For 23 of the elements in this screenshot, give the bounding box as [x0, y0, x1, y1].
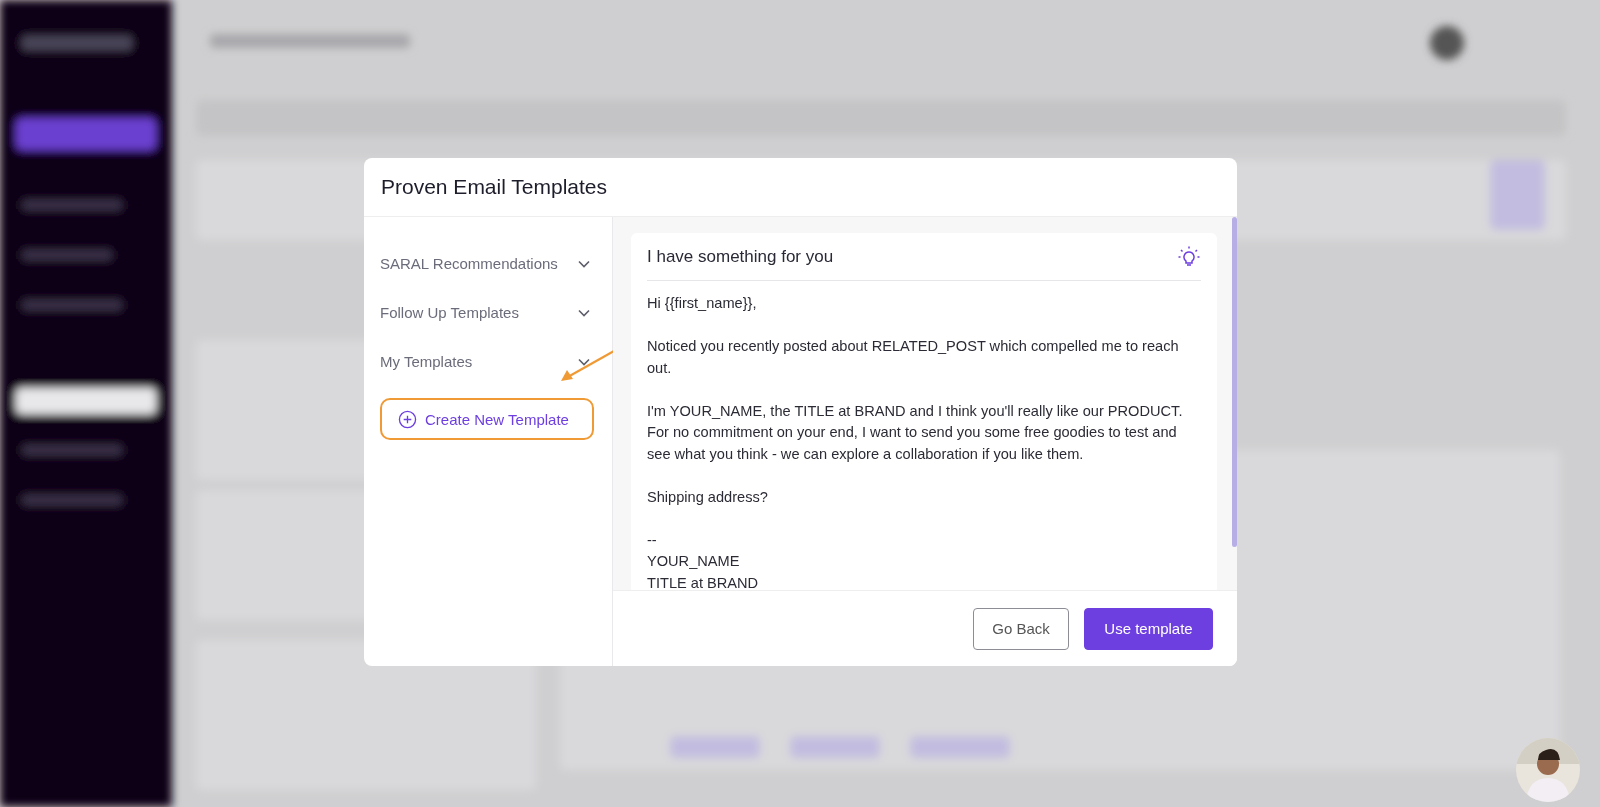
lightbulb-icon [1177, 244, 1201, 269]
create-template-button[interactable]: Create New Template [380, 398, 594, 440]
annotation-arrow [560, 349, 616, 383]
category-item[interactable]: SARAL Recommendations [380, 239, 590, 288]
scrollbar[interactable] [1232, 217, 1237, 547]
category-item[interactable]: My Templates [380, 337, 590, 386]
template-text: TITLE at BRAND [647, 573, 760, 590]
chevron-icon [578, 308, 590, 317]
go-back-button[interactable]: Go Back [973, 607, 1069, 650]
template-text: Noticed you recently posted about RELATED_POST which compelled me to reach out. [647, 337, 1180, 378]
template-text: -- [647, 530, 658, 550]
template-text: Hi {{first_name}}, [647, 294, 758, 313]
template-text: YOUR_NAME [647, 552, 741, 571]
use-template-button[interactable]: Use template [1084, 607, 1213, 650]
template-text: I'm YOUR_NAME, the TITLE at BRAND and I think you'll really like our PRODUCT. [647, 401, 1184, 421]
template-title: I have something for you [647, 246, 834, 267]
dialog-title: Proven Email Templates [381, 175, 608, 199]
template-text: Shipping address? [647, 487, 769, 507]
category-item[interactable]: Follow Up Templates [380, 288, 590, 337]
template-text: For no commitment on your end, I want to send you some free goodies to test and see what you think - we can explore a collaboration if you like them. [647, 423, 1178, 464]
chevron-icon [578, 259, 590, 268]
chevron-icon [578, 357, 590, 366]
plus-circle-icon [398, 409, 417, 429]
